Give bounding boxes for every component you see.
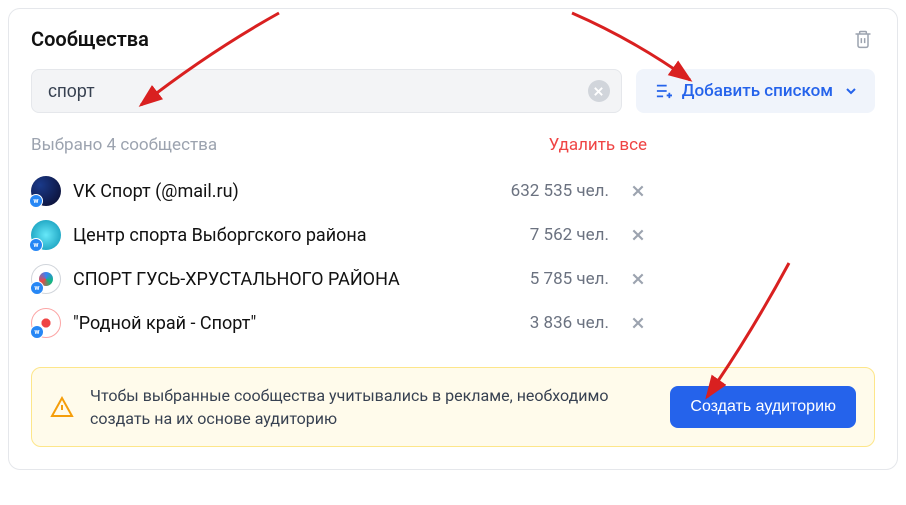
notice-text: Чтобы выбранные сообщества учитывались в…: [90, 384, 654, 430]
avatar: w: [31, 308, 61, 338]
list-item: w СПОРТ ГУСЬ-ХРУСТАЛЬНОГО РАЙОНА 5 785 ч…: [31, 257, 647, 301]
search-wrapper: [31, 69, 622, 113]
panel-title: Сообщества: [31, 27, 149, 51]
community-members-count: 5 785 чел.: [530, 269, 609, 289]
community-members-count: 632 535 чел.: [511, 181, 609, 201]
community-name: VK Спорт (@mail.ru): [73, 181, 499, 202]
delete-panel-button[interactable]: [851, 27, 875, 51]
avatar: w: [31, 264, 61, 294]
list-item: w "Родной край - Спорт" 3 836 чел.: [31, 301, 647, 345]
search-input[interactable]: [31, 69, 622, 113]
trash-icon: [853, 29, 873, 49]
avatar: w: [31, 176, 61, 206]
clear-search-button[interactable]: [588, 80, 610, 102]
create-audience-button[interactable]: Создать аудиторию: [670, 386, 856, 428]
close-icon: [631, 184, 645, 198]
list-item: w VK Спорт (@mail.ru) 632 535 чел.: [31, 169, 647, 213]
remove-item-button[interactable]: [629, 226, 647, 244]
vk-badge-icon: w: [30, 325, 44, 339]
add-list-label: Добавить списком: [682, 81, 833, 101]
community-members-count: 7 562 чел.: [530, 225, 609, 245]
selected-count-label: Выбрано 4 сообщества: [31, 135, 217, 155]
remove-item-button[interactable]: [629, 182, 647, 200]
search-row: Добавить списком: [31, 69, 875, 113]
close-icon: [631, 316, 645, 330]
vk-badge-icon: w: [29, 238, 43, 252]
community-members-count: 3 836 чел.: [530, 313, 609, 333]
warning-icon: [50, 395, 74, 419]
add-by-list-button[interactable]: Добавить списком: [636, 69, 875, 113]
community-name: "Родной край - Спорт": [73, 313, 518, 334]
avatar: w: [31, 220, 61, 250]
remove-all-button[interactable]: Удалить все: [549, 135, 647, 155]
chevron-down-icon: [845, 85, 857, 97]
close-icon: [593, 86, 604, 97]
create-audience-notice: Чтобы выбранные сообщества учитывались в…: [31, 367, 875, 447]
close-icon: [631, 228, 645, 242]
vk-badge-icon: w: [30, 281, 44, 295]
close-icon: [631, 272, 645, 286]
list-item: w Центр спорта Выборгского района 7 562 …: [31, 213, 647, 257]
vk-badge-icon: w: [29, 194, 43, 208]
remove-item-button[interactable]: [629, 270, 647, 288]
communities-list: w VK Спорт (@mail.ru) 632 535 чел. w Цен…: [31, 169, 875, 345]
remove-item-button[interactable]: [629, 314, 647, 332]
communities-panel: Сообщества Добавить списком Выбрано 4 со…: [8, 8, 898, 470]
list-add-icon: [654, 83, 674, 99]
community-name: Центр спорта Выборгского района: [73, 225, 518, 246]
panel-header: Сообщества: [31, 27, 875, 51]
selection-summary-row: Выбрано 4 сообщества Удалить все: [31, 135, 875, 155]
community-name: СПОРТ ГУСЬ-ХРУСТАЛЬНОГО РАЙОНА: [73, 269, 518, 290]
